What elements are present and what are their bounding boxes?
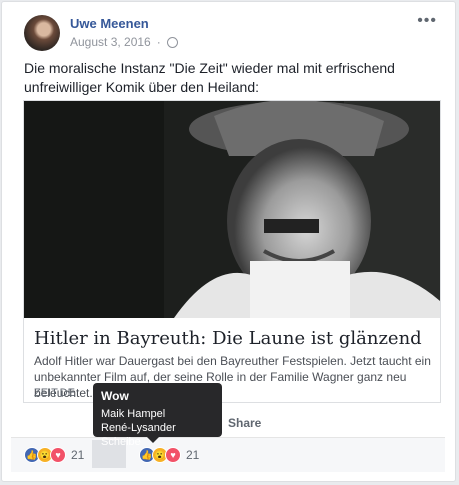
tooltip-title: Wow [101, 389, 129, 403]
link-domain: ZEIT.DE [34, 387, 75, 399]
reaction-count[interactable]: 21 [71, 448, 84, 462]
tooltip-name: Maik Hampel [101, 408, 166, 420]
link-title[interactable]: Hitler in Bayreuth: Die Laune ist glänze… [34, 328, 422, 349]
post-text: Die moralische Instanz "Die Zeit" wieder… [24, 60, 395, 95]
reaction-tooltip: Wow Maik Hampel René-Lysander Scheibe [93, 383, 222, 448]
post-card: Uwe Meenen August 3, 2016 · ••• Die mora… [1, 1, 456, 482]
post-date[interactable]: August 3, 2016 [70, 35, 151, 49]
more-options-icon[interactable]: ••• [417, 12, 437, 30]
reaction-count[interactable]: 21 [186, 448, 199, 462]
post-meta: August 3, 2016 · [70, 35, 178, 49]
avatar[interactable] [24, 15, 60, 51]
share-button[interactable]: Share [228, 416, 261, 430]
love-icon: ♥ [165, 447, 181, 463]
globe-icon [166, 36, 178, 48]
reaction-summary[interactable]: 👍 😮 ♥ 21 [24, 447, 84, 463]
author-name[interactable]: Uwe Meenen [70, 16, 149, 31]
link-image[interactable] [24, 101, 440, 318]
reaction-summary-secondary[interactable]: 👍 😮 ♥ 21 [139, 447, 199, 463]
link-preview[interactable]: Hitler in Bayreuth: Die Laune ist glänze… [23, 100, 441, 403]
love-icon: ♥ [50, 447, 66, 463]
tooltip-name: René-Lysander Scheibe [101, 422, 176, 448]
separator: · [156, 35, 161, 49]
